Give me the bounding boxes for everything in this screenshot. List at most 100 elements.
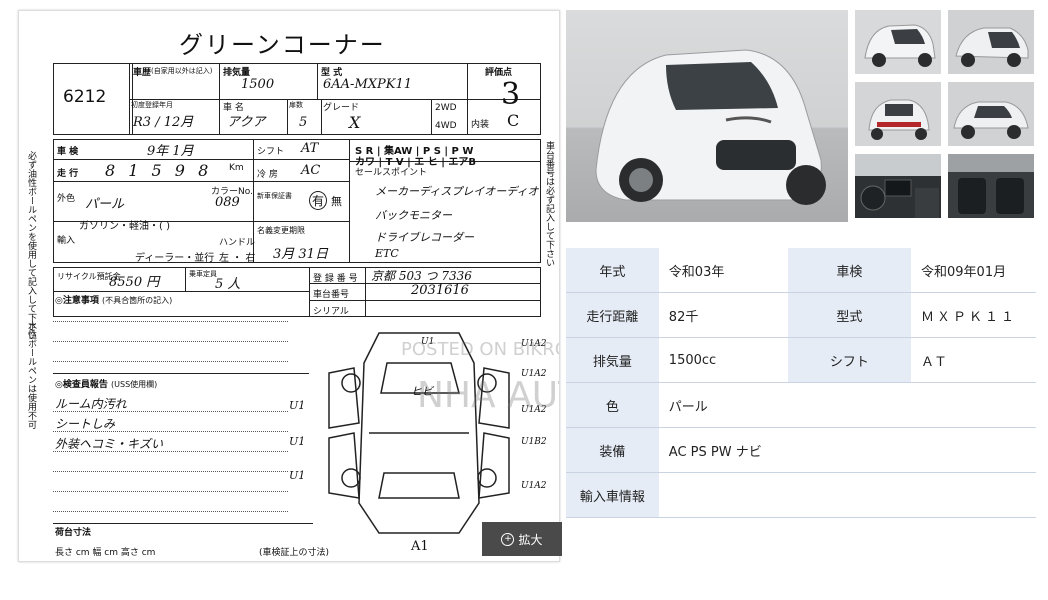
score-value: 3 [501,77,521,112]
main-car-photo[interactable] [566,10,848,222]
thumbnail-6-interior[interactable] [948,154,1034,218]
label-model-history: 車歴 [133,68,152,78]
label-inspection: 車 検 [57,147,79,157]
diagram-mark-9: ヒビ [411,385,433,398]
label-dimensions-note: (車検証上の寸法) [259,548,330,558]
auction-sheet[interactable]: グリーンコーナー 6212 車歴 (自家用以外は記入) 排気量 1500 型 式… [18,10,560,562]
color-value: パール [85,197,125,212]
inspector-note-2: シートしみ [55,417,116,431]
car-front-illustration [595,49,826,205]
spec-value: 1500cc [658,337,788,383]
color-no-value: 089 [215,195,240,210]
label-lr: 左 ・ 右 [219,253,256,264]
interior-value: C [507,111,520,130]
label-aircon: 冷 房 [257,170,278,180]
diagram-mark-2: U1A2 [521,369,547,379]
thumbnail-5-interior[interactable] [855,154,941,218]
diagram-mark-10: U1 [421,337,435,347]
spec-value [658,472,1036,518]
label-doors: 扉数 [289,101,303,109]
thumbnail-1[interactable] [855,10,941,74]
label-interior: 内装 [471,120,490,130]
spec-value: 82千 [658,292,788,338]
label-fuel: ガソリン・軽油・( ) [79,221,170,232]
grade-value: X [349,113,361,132]
spec-key: 走行距離 [566,292,659,338]
label-notice: ◎注意事項 (不具合箇所の記入) [55,296,173,306]
car-damage-diagram [328,332,510,534]
thumbnail-4[interactable] [948,82,1034,146]
label-registration-number: 登 録 番 号 [313,274,358,284]
spec-empty [787,382,912,428]
doors-value: 5 [299,115,308,130]
sales-point-3: ドライブレコーダー [375,231,474,244]
displacement-value: 1500 [241,77,275,92]
spec-key: 年式 [566,248,659,293]
chassis-number-value: 2031616 [411,283,469,298]
table-row: 装備 AC PS PW ナビ [566,427,1036,473]
side-note-left: 必ず油性ボールペンを使用して記入して下さい [26,151,36,340]
spec-key: シフト [787,337,912,383]
label-4wd: 4WD [435,121,457,131]
manual-yes: 有 [309,191,328,210]
inspection-value: 9年 1月 [147,144,194,159]
inspector-note-1: ルーム内汚れ [55,397,127,411]
expand-button-label: 拡大 [518,532,543,547]
table-row: 排気量 1500cc シフト ＡＴ [566,337,1036,383]
expire-value: 3月 31日 [273,247,328,262]
label-inspector-report: ◎検査員報告 (USS使用欄) [55,380,158,390]
spec-value: ＭＸＰＫ１１ [911,292,1036,338]
spec-key: 輸入車情報 [566,472,659,518]
sales-point-4: ETC [375,247,399,260]
label-grade: グレード [323,103,360,113]
diagram-mark-3: U1A2 [521,405,547,415]
side-note-left-2: 水性ボールペンは使用不可 [26,321,36,429]
inspector-note-3: 外装ヘコミ・キズい [55,437,164,451]
label-capacity: 乗車定員 [189,270,217,278]
manual-no: 無 [331,195,342,208]
spec-key: 車検 [787,248,912,293]
expand-button[interactable]: + 拡大 [482,522,562,556]
table-row: 輸入車情報 [566,472,1036,518]
table-row: 走行距離 82千 型式 ＭＸＰＫ１１ [566,292,1036,338]
label-note-history: (自家用以外は記入) [151,67,213,75]
spec-key: 型式 [787,292,912,338]
label-dealer: ディーラー・並行 [135,253,215,264]
spec-value: 令和09年01月 [911,248,1036,293]
spec-table: 年式 令和03年 車検 令和09年01月 走行距離 82千 型式 ＭＸＰＫ１１ … [566,248,1036,518]
label-serial: シリアル [313,307,349,317]
label-handle: ハンドル [219,238,256,248]
label-color: 外色 [57,194,76,204]
label-2wd: 2WD [435,103,457,113]
label-import: 輸入 [57,236,76,246]
shift-value: AT [301,141,319,156]
label-first-registration: 初度登録年月 [131,101,173,109]
recycle-value: 8550 円 [109,275,160,290]
label-chassis-number: 車台番号 [313,290,350,300]
label-shift: シフト [257,147,285,157]
diagram-mark-6: U1 [289,399,306,412]
zoom-in-icon: + [501,532,515,546]
side-note-right: 車台番号は必ず記入して下さい [544,141,554,267]
spec-value: ＡＴ [911,337,1036,383]
sales-point-1: メーカーディスプレイオーディオ [375,185,539,198]
capacity-value: 5 人 [215,277,241,292]
thumbnail-3[interactable] [855,82,941,146]
spec-value: 令和03年 [658,248,788,293]
label-manual: 新車保証書 [257,192,292,200]
diagram-mark-7: U1 [289,435,306,448]
label-mileage: 走 行 [57,169,79,179]
registration-number-value: 京都 503 つ 7336 [371,269,472,283]
diagram-mark-8: U1 [289,469,306,482]
spec-value: パール [658,382,788,428]
first-registration-value: R3 / 12月 [133,115,194,130]
thumbnail-2[interactable] [948,10,1034,74]
spec-key: 装備 [566,427,659,473]
diagram-mark-5: U1A2 [521,481,547,491]
label-expire: 名義変更期限 [257,226,305,235]
mileage-value: 8 1 5 9 8 [105,161,213,180]
aircon-value: AC [301,163,321,178]
sales-point-2: バックモニター [375,209,452,222]
car-name-value: アクア [227,115,266,130]
spec-value: AC PS PW ナビ [658,427,1036,473]
